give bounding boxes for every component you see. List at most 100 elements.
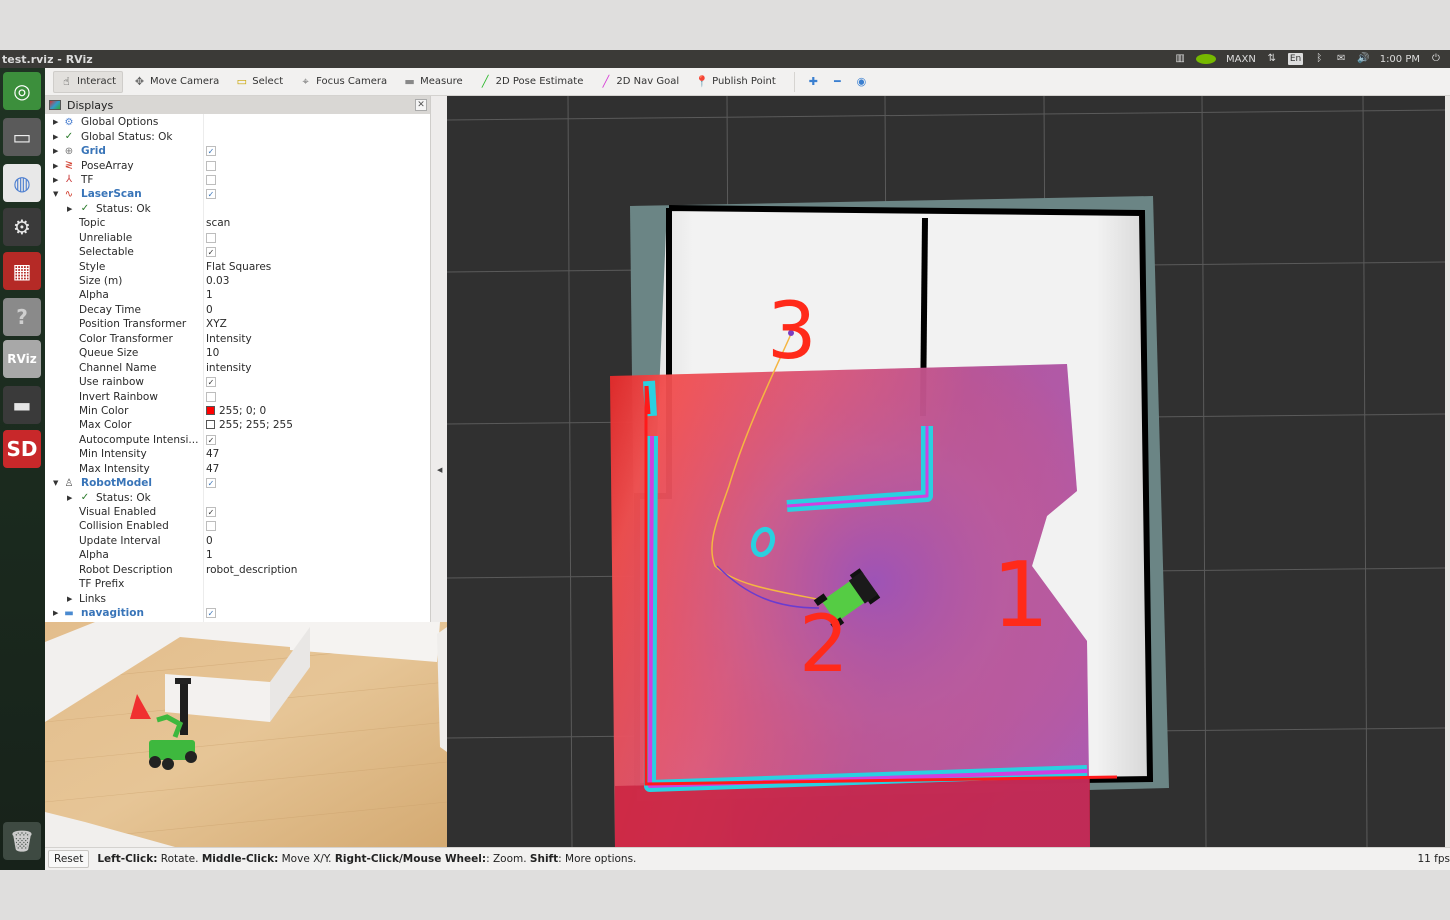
volume-icon[interactable]: 🔊 — [1357, 53, 1369, 65]
display-row-use-rainbow[interactable]: Use rainbow ✓ — [45, 375, 430, 389]
display-row-grid[interactable]: ▶ ⊕ Grid ✓ — [45, 144, 430, 158]
enable-checkbox[interactable]: ✓ — [206, 377, 216, 388]
display-row-navagition[interactable]: ▶ ▬ navagition ✓ — [45, 606, 430, 620]
display-row-status-ok[interactable]: ▶ ✓ Status: Ok — [45, 202, 430, 216]
display-row-robotmodel[interactable]: ▼ ♙ RobotModel ✓ — [45, 476, 430, 490]
enable-checkbox[interactable] — [206, 521, 216, 532]
map-scene[interactable]: 3 2 1 — [447, 96, 1445, 847]
enable-checkbox[interactable]: ✓ — [206, 608, 216, 619]
expand-arrow-icon[interactable]: ▶ — [67, 494, 75, 502]
expand-arrow-icon[interactable]: ▶ — [53, 133, 61, 141]
enable-checkbox[interactable] — [206, 232, 216, 243]
property-value[interactable]: XYZ — [206, 318, 227, 330]
system-monitor-icon[interactable]: ▥ — [1174, 53, 1186, 65]
workspace-switcher-icon[interactable]: ▦ — [3, 252, 41, 290]
display-row-unreliable[interactable]: Unreliable — [45, 231, 430, 245]
display-row-update-interval[interactable]: Update Interval 0 — [45, 534, 430, 548]
display-row-alpha[interactable]: Alpha 1 — [45, 548, 430, 562]
expand-arrow-icon[interactable]: ▶ — [53, 118, 61, 126]
tool-measure-button[interactable]: ▬ Measure — [397, 71, 469, 93]
display-row-alpha[interactable]: Alpha 1 — [45, 288, 430, 302]
enable-checkbox[interactable]: ✓ — [206, 146, 216, 157]
display-row-tf[interactable]: ▶ ⅄ TF — [45, 173, 430, 187]
enable-checkbox[interactable] — [206, 391, 216, 402]
tool-select-button[interactable]: ▭ Select — [229, 71, 289, 93]
enable-checkbox[interactable]: ✓ — [206, 189, 216, 200]
property-value[interactable]: 47 — [206, 463, 219, 475]
software-center-icon[interactable]: ◍ — [3, 164, 41, 202]
remove-tool-icon[interactable]: ━ — [828, 71, 847, 93]
property-value[interactable]: Flat Squares — [206, 261, 271, 273]
collapse-arrow-icon[interactable]: ▼ — [53, 479, 61, 487]
display-row-min-intensity[interactable]: Min Intensity 47 — [45, 447, 430, 461]
property-value[interactable]: 1 — [206, 549, 213, 561]
tool-2d-nav-goal-button[interactable]: ╱ 2D Nav Goal — [593, 71, 685, 93]
display-row-position-transformer[interactable]: Position Transformer XYZ — [45, 317, 430, 331]
enable-checkbox[interactable]: ✓ — [206, 507, 216, 518]
power-icon[interactable]: ⏻ — [1430, 53, 1442, 65]
rviz-icon[interactable]: RViz — [3, 340, 41, 378]
display-row-posearray[interactable]: ▶ ≷ PoseArray — [45, 158, 430, 172]
ubuntu-dash-icon[interactable]: ◎ — [3, 72, 41, 110]
system-settings-icon[interactable]: ⚙ — [3, 208, 41, 246]
display-row-status-ok[interactable]: ▶ ✓ Status: Ok — [45, 490, 430, 504]
display-row-min-color[interactable]: Min Color 255; 0; 0 — [45, 404, 430, 418]
add-tool-icon[interactable]: ✚ — [803, 71, 824, 93]
expand-arrow-icon[interactable]: ▶ — [53, 147, 61, 155]
display-row-topic[interactable]: Topic scan — [45, 216, 430, 230]
collapse-arrow-icon[interactable]: ▼ — [53, 190, 61, 198]
color-swatch[interactable] — [206, 405, 215, 415]
enable-checkbox[interactable]: ✓ — [206, 478, 216, 489]
sd-card-icon[interactable]: SD — [3, 430, 41, 468]
expand-arrow-icon[interactable]: ▶ — [53, 162, 61, 170]
tool-focus-camera-button[interactable]: ⌖ Focus Camera — [293, 71, 393, 93]
power-mode-label[interactable]: MAXN — [1226, 54, 1256, 65]
display-row-queue-size[interactable]: Queue Size 10 — [45, 346, 430, 360]
expand-arrow-icon[interactable]: ▶ — [67, 595, 75, 603]
color-swatch[interactable] — [206, 420, 215, 430]
display-row-laserscan[interactable]: ▼ ∿ LaserScan ✓ — [45, 187, 430, 201]
property-value[interactable]: 255; 255; 255 — [206, 419, 293, 431]
nvidia-icon[interactable] — [1196, 54, 1217, 64]
property-value[interactable]: 1 — [206, 289, 213, 301]
mail-icon[interactable]: ✉ — [1335, 53, 1347, 65]
property-value[interactable]: robot_description — [206, 564, 297, 576]
property-value[interactable]: 255; 0; 0 — [206, 405, 266, 417]
drive-icon[interactable]: ▬ — [3, 386, 41, 424]
tool-properties-icon[interactable]: ◉ — [851, 71, 873, 93]
tool-2d-pose-estimate-button[interactable]: ╱ 2D Pose Estimate — [473, 71, 590, 93]
enable-checkbox[interactable]: ✓ — [206, 434, 216, 445]
property-value[interactable]: 0.03 — [206, 275, 229, 287]
right-panel-splitter[interactable] — [1445, 96, 1450, 847]
enable-checkbox[interactable] — [206, 160, 216, 171]
property-value[interactable]: 0 — [206, 535, 213, 547]
keyboard-layout-icon[interactable]: En — [1287, 53, 1304, 65]
help-icon[interactable]: ? — [3, 298, 41, 336]
property-value[interactable]: 0 — [206, 304, 213, 316]
reset-button[interactable]: Reset — [48, 850, 90, 868]
display-row-robot-description[interactable]: Robot Description robot_description — [45, 563, 430, 577]
display-row-collision-enabled[interactable]: Collision Enabled — [45, 519, 430, 533]
display-row-color-transformer[interactable]: Color Transformer Intensity — [45, 332, 430, 346]
display-row-max-color[interactable]: Max Color 255; 255; 255 — [45, 418, 430, 432]
display-row-visual-enabled[interactable]: Visual Enabled ✓ — [45, 505, 430, 519]
property-value[interactable]: 47 — [206, 448, 219, 460]
enable-checkbox[interactable] — [206, 174, 216, 185]
display-row-invert-rainbow[interactable]: Invert Rainbow — [45, 389, 430, 403]
property-value[interactable]: intensity — [206, 362, 252, 374]
display-row-autocompute-intensi[interactable]: Autocompute Intensi... ✓ — [45, 433, 430, 447]
files-icon[interactable]: ▭ — [3, 118, 41, 156]
display-row-style[interactable]: Style Flat Squares — [45, 259, 430, 273]
display-row-max-intensity[interactable]: Max Intensity 47 — [45, 462, 430, 476]
property-value[interactable]: Intensity — [206, 333, 252, 345]
expand-arrow-icon[interactable]: ▶ — [53, 176, 61, 184]
close-panel-button[interactable]: ✕ — [415, 99, 427, 111]
expand-arrow-icon[interactable]: ▶ — [53, 609, 61, 617]
collapse-left-icon[interactable]: ◀ — [437, 466, 442, 474]
property-value[interactable]: scan — [206, 217, 230, 229]
display-row-size-m[interactable]: Size (m) 0.03 — [45, 274, 430, 288]
display-row-decay-time[interactable]: Decay Time 0 — [45, 303, 430, 317]
display-row-selectable[interactable]: Selectable ✓ — [45, 245, 430, 259]
trash-icon[interactable]: 🗑 — [3, 822, 41, 860]
clock[interactable]: 1:00 PM — [1380, 54, 1420, 65]
